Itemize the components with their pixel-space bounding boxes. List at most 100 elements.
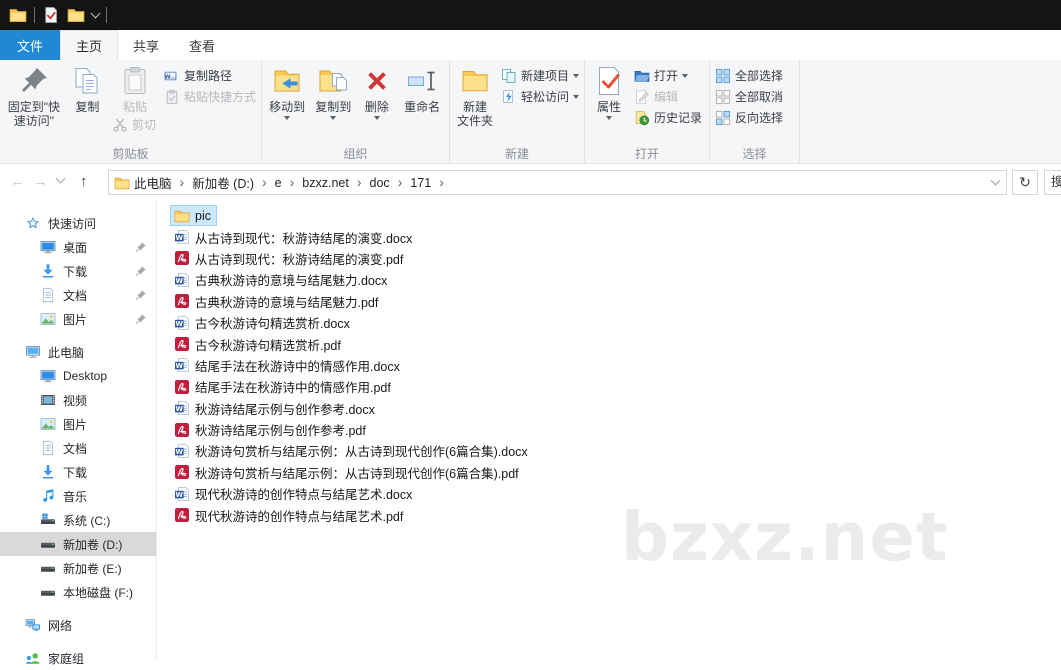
copy-path-button[interactable]: W... 复制路径 <box>161 65 259 86</box>
sidebar-item[interactable]: 文档 <box>0 436 156 460</box>
chevron-down-icon <box>284 116 291 120</box>
picture-icon <box>40 416 56 432</box>
folder-row[interactable]: pic <box>170 205 217 227</box>
qat-chevron-down-icon[interactable] <box>90 8 101 19</box>
qat-divider <box>106 7 107 23</box>
file-row[interactable]: W 古今秋游诗句精选赏析.docx <box>170 312 356 333</box>
paste-shortcut-icon <box>164 89 180 105</box>
search-input[interactable]: 搜 <box>1044 170 1061 195</box>
tab-view[interactable]: 查看 <box>174 30 230 60</box>
button-label: 复制到 <box>315 100 352 114</box>
invert-selection-icon <box>715 110 731 126</box>
ribbon-group-open: 属性 打开 编辑 历史记录 打开 <box>585 60 710 163</box>
pin-to-quick-access-button[interactable]: 固定到"快 速访问" <box>2 62 66 128</box>
file-name: 结尾手法在秋游诗中的情感作用.pdf <box>195 381 391 396</box>
file-row[interactable]: W 古典秋游诗的意境与结尾魅力.docx <box>170 269 393 290</box>
copy-icon <box>71 65 103 97</box>
tab-home[interactable]: 主页 <box>60 30 119 60</box>
open-button[interactable]: 打开 <box>631 65 705 86</box>
sidebar-item[interactable]: 新加卷 (D:) <box>0 532 156 556</box>
sidebar-item[interactable]: 家庭组 <box>0 646 156 670</box>
qat-properties-icon[interactable] <box>42 6 60 24</box>
breadcrumb-separator-icon: › <box>262 173 267 190</box>
breadcrumb-item[interactable]: e <box>271 176 286 190</box>
back-button[interactable]: ← <box>10 172 25 192</box>
sidebar-item[interactable]: 网络 <box>0 613 156 637</box>
rename-icon <box>406 65 438 97</box>
pin-icon <box>135 289 147 301</box>
file-row[interactable]: 从古诗到现代：秋游诗结尾的演变.pdf <box>170 248 409 269</box>
edit-button[interactable]: 编辑 <box>631 86 705 107</box>
file-row[interactable]: 秋游诗结尾示例与创作参考.pdf <box>170 419 372 440</box>
tab-share[interactable]: 共享 <box>118 30 174 60</box>
select-none-button[interactable]: 全部取消 <box>712 86 786 107</box>
file-row[interactable]: W 秋游诗句赏析与结尾示例：从古诗到现代创作(6篇合集).docx <box>170 440 534 461</box>
file-row[interactable]: 现代秋游诗的创作特点与结尾艺术.pdf <box>170 504 409 525</box>
sidebar-item-label: 新加卷 (D:) <box>63 537 123 552</box>
recent-locations-chevron-icon[interactable] <box>55 173 66 184</box>
paste-shortcut-button[interactable]: 粘贴快捷方式 <box>161 86 259 107</box>
sidebar-item[interactable]: 快速访问 <box>0 211 156 235</box>
file-row[interactable]: 古典秋游诗的意境与结尾魅力.pdf <box>170 291 384 312</box>
breadcrumb-item[interactable]: doc <box>366 176 394 190</box>
word-icon: W <box>174 400 190 416</box>
breadcrumb-item[interactable]: 新加卷 (D:) <box>188 173 258 192</box>
file-row[interactable]: 结尾手法在秋游诗中的情感作用.pdf <box>170 376 397 397</box>
file-row[interactable]: W 现代秋游诗的创作特点与结尾艺术.docx <box>170 483 418 504</box>
address-dropdown-chevron-icon[interactable] <box>990 175 1001 186</box>
sidebar-item[interactable]: Desktop <box>0 364 156 388</box>
qat-new-folder-icon[interactable] <box>67 6 85 24</box>
properties-button[interactable]: 属性 <box>587 62 631 120</box>
breadcrumb-separator-icon: › <box>397 173 403 190</box>
sidebar-item[interactable]: 本地磁盘 (F:) <box>0 580 156 604</box>
sidebar-item[interactable]: 系统 (C:) <box>0 508 156 532</box>
file-row[interactable]: 秋游诗句赏析与结尾示例：从古诗到现代创作(6篇合集).pdf <box>170 462 525 483</box>
document-icon <box>40 440 56 456</box>
svg-text:W: W <box>176 405 184 413</box>
up-button[interactable]: ↑ <box>80 172 88 192</box>
move-to-button[interactable]: 移动到 <box>264 62 310 120</box>
sidebar-item-label: 文档 <box>63 288 88 303</box>
file-row[interactable]: W 秋游诗结尾示例与创作参考.docx <box>170 398 381 419</box>
sidebar-item[interactable]: 音乐 <box>0 484 156 508</box>
copy-to-button[interactable]: 复制到 <box>310 62 356 120</box>
sidebar-item[interactable]: 下载 <box>0 460 156 484</box>
new-item-button[interactable]: 新建项目 <box>498 65 582 86</box>
cut-button[interactable]: 剪切 <box>109 114 161 135</box>
easy-access-button[interactable]: 轻松访问 <box>498 86 582 107</box>
history-button[interactable]: 历史记录 <box>631 107 705 128</box>
sidebar-item[interactable]: 视频 <box>0 388 156 412</box>
file-row[interactable]: W 结尾手法在秋游诗中的情感作用.docx <box>170 355 406 376</box>
select-all-icon <box>715 68 731 84</box>
breadcrumb-item[interactable]: bzxz.net <box>298 176 353 190</box>
sidebar-item[interactable]: 桌面 <box>0 235 156 259</box>
paste-button[interactable]: 粘贴 <box>109 62 161 114</box>
select-all-button[interactable]: 全部选择 <box>712 65 786 86</box>
sidebar-item[interactable]: 图片 <box>0 307 156 331</box>
qat-folder-icon[interactable] <box>9 6 27 24</box>
chevron-down-icon <box>573 94 579 99</box>
sidebar-item[interactable]: 图片 <box>0 412 156 436</box>
copy-button[interactable]: 复制 <box>66 62 109 114</box>
breadcrumb-item[interactable]: 171 <box>406 176 435 190</box>
sidebar-item[interactable]: 此电脑 <box>0 340 156 364</box>
invert-selection-button[interactable]: 反向选择 <box>712 107 786 128</box>
breadcrumb-separator-icon: › <box>289 173 295 190</box>
tab-file[interactable]: 文件 <box>0 30 61 60</box>
sidebar-item-label: 音乐 <box>63 489 88 504</box>
titlebar <box>0 0 1061 30</box>
sidebar-item[interactable]: 下载 <box>0 259 156 283</box>
sidebar-item-label: 视频 <box>63 393 88 408</box>
new-folder-button[interactable]: 新建 文件夹 <box>452 62 498 128</box>
file-row[interactable]: W 从古诗到现代：秋游诗结尾的演变.docx <box>170 226 418 247</box>
edit-icon <box>634 89 650 105</box>
sidebar-item[interactable]: 文档 <box>0 283 156 307</box>
main-content: 快速访问 桌面 下载 文档 图片 此电脑 Desktop 视频 图片 文档 下载 音乐 系统 (C:) 新… <box>0 200 1061 666</box>
forward-button[interactable]: → <box>33 172 48 192</box>
sidebar-item[interactable]: 新加卷 (E:) <box>0 556 156 580</box>
file-row[interactable]: 古今秋游诗句精选赏析.pdf <box>170 333 347 354</box>
delete-button[interactable]: 删除 <box>356 62 397 120</box>
breadcrumb-item[interactable]: 此电脑 <box>130 173 176 192</box>
rename-button[interactable]: 重命名 <box>397 62 447 114</box>
refresh-button[interactable]: ↻ <box>1012 170 1038 195</box>
